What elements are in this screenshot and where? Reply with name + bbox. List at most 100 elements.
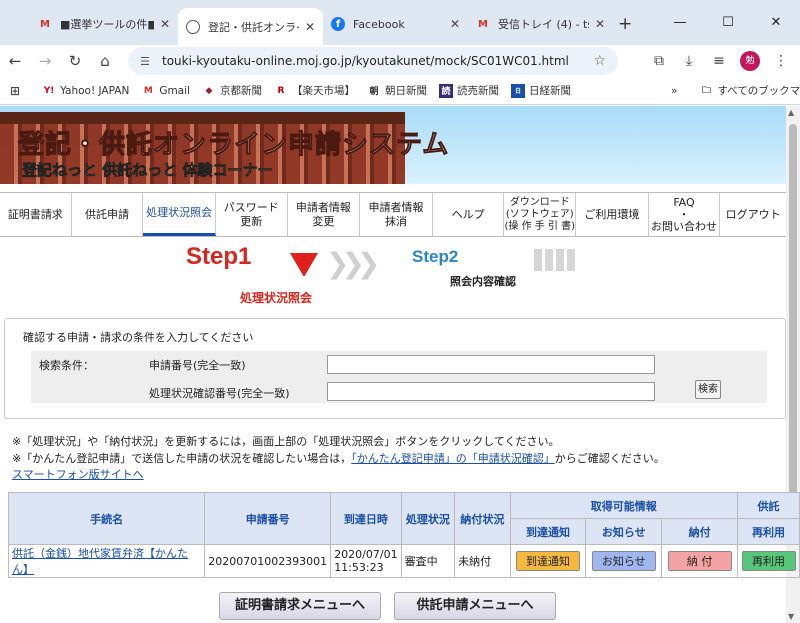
tab-touki-online[interactable]: 登記・供託オンライン申 ✕	[178, 8, 323, 45]
results-table: 手続名 申請番号 到達日時 処理状況 納付状況 取得可能情報 供託 到達通知 お…	[7, 492, 800, 578]
nav-cert-request[interactable]: 証明書請求	[0, 193, 72, 236]
overflow-chevron-icon[interactable]: »	[671, 85, 677, 97]
table-row: 供託（金銭）地代家賃弁済【かんたん】 20200701002393001 202…	[7, 544, 800, 578]
new-tab-button[interactable]: +	[618, 14, 632, 34]
kantan-status-link[interactable]: 「かんたん登記申請」の「申請状況確認」	[351, 452, 555, 465]
yomiuri-icon: 読	[438, 83, 453, 98]
progress-bars-icon	[534, 249, 578, 271]
nav-help[interactable]: ヘルプ	[433, 193, 505, 236]
note-kantan-tail: からご確認ください。	[554, 452, 665, 465]
status-number-label: 処理状況確認番号(完全一致)	[149, 387, 290, 400]
note-kantan-text: ※「かんたん登記申請」で送信した申請の状況を確認したい場合は，	[12, 452, 352, 465]
bookmarks-bar: ⊞ Y! Yahoo! JAPAN M Gmail ◆ 京都新聞 R 【楽天市場】 朝朝…	[0, 77, 800, 105]
col-arrival: 到達日時	[330, 492, 402, 545]
all-bookmarks[interactable]: 🗀 すべてのブックマーク	[699, 83, 800, 98]
site-banner: 登記・供託オンライン申請システム 登記ねっと 供託ねっと 体験コーナー	[0, 106, 786, 184]
bookmark-star-icon[interactable]: ☆	[593, 53, 606, 69]
bookmark-rakuten[interactable]: R 【楽天市場】	[274, 83, 354, 98]
close-window-icon[interactable]: ✕	[752, 0, 800, 45]
extensions-icon[interactable]: ⧉	[644, 53, 674, 69]
apps-icon[interactable]: ⊞	[10, 84, 20, 98]
gmail-icon: M	[40, 18, 50, 30]
kyoto-shimbun-icon: ◆	[205, 85, 213, 96]
col-available-info: 取得可能情報	[509, 492, 739, 519]
folder-icon: 🗀	[701, 85, 711, 96]
reuse-cell: 再利用	[737, 544, 800, 578]
close-icon[interactable]: ✕	[450, 17, 460, 31]
close-icon[interactable]: ✕	[305, 20, 315, 34]
procedure-link-text[interactable]: 供託（金銭）地代家賃弁済【かんたん】	[12, 547, 188, 576]
deposit-menu-button[interactable]: 供託申請メニューへ	[394, 592, 556, 620]
step1-caption: 処理状況照会	[240, 291, 313, 305]
minimize-icon[interactable]: —	[656, 0, 704, 45]
nav-environment[interactable]: ご利用環境	[576, 193, 649, 236]
col-deposit: 供託	[737, 492, 800, 519]
scroll-up-icon[interactable]: ▲	[788, 108, 794, 117]
close-icon[interactable]: ✕	[160, 17, 170, 31]
note-update: ※「処理状況」や「納付状況」を更新するには，画面上部の「処理状況照会」ボタンをク…	[12, 435, 560, 448]
home-icon[interactable]: ⌂	[90, 52, 120, 70]
procedure-link[interactable]: 供託（金銭）地代家賃弁済【かんたん】	[7, 544, 206, 578]
search-criteria-box: 検索条件： 申請番号(完全一致) 処理状況確認番号(完全一致) 検索	[31, 351, 767, 403]
search-button[interactable]: 検索	[695, 380, 721, 399]
scrollbar-thumb[interactable]	[789, 124, 797, 504]
notice-button[interactable]: お知らせ	[591, 551, 656, 571]
forward-icon[interactable]: →	[30, 52, 60, 70]
col-arrival-notice: 到達通知	[509, 518, 587, 545]
nav-deposit[interactable]: 供託申請	[72, 193, 144, 236]
pay-button[interactable]: 納 付	[667, 551, 732, 571]
site-info-icon[interactable]: ☰	[140, 55, 150, 68]
cert-menu-button[interactable]: 証明書請求メニューへ	[219, 592, 381, 620]
nav-applicant-change[interactable]: 申請者情報 変更	[288, 193, 361, 236]
site-title: 登記・供託オンライン申請システム	[17, 130, 450, 161]
rakuten-icon: R	[277, 85, 285, 96]
bookmark-kyoto[interactable]: ◆ 京都新聞	[202, 83, 261, 98]
gmail-icon: M	[478, 18, 488, 30]
progress-chevrons-icon: ❯❯❯	[326, 247, 380, 280]
media-icon[interactable]: ≡	[704, 53, 734, 69]
tab-inbox[interactable]: M 受信トレイ (4) - tsum ✕	[468, 8, 613, 40]
site-subtitle: 登記ねっと 供託ねっと 体験コーナー	[22, 159, 273, 180]
avatar[interactable]: 勉	[740, 51, 760, 71]
status-number-input[interactable]	[327, 382, 655, 401]
browser-toolbar: ← → ↻ ⌂ ☰ touki-kyoutaku-online.moj.go.j…	[0, 45, 800, 77]
nav-applicant-delete[interactable]: 申請者情報 抹消	[360, 193, 433, 236]
app-number-input[interactable]	[327, 355, 655, 374]
nav-logout[interactable]: ログアウト	[720, 193, 786, 236]
col-status: 処理状況	[400, 492, 456, 545]
form-heading: 確認する申請・請求の条件を入力してください	[23, 331, 254, 344]
step2-label: Step2	[412, 247, 459, 266]
tab-label: Facebook	[353, 17, 405, 31]
arrival-time: 11:53:23	[334, 561, 384, 574]
nav-status-inquiry[interactable]: 処理状況照会	[143, 193, 216, 236]
nav-password[interactable]: パスワード 更新	[216, 193, 288, 236]
address-bar[interactable]: ☰ touki-kyoutaku-online.moj.go.jp/kyouta…	[128, 47, 618, 75]
tab-election-tool[interactable]: M ■選挙ツールの件■ - ✕	[30, 8, 178, 40]
tab-facebook[interactable]: f Facebook ✕	[323, 8, 468, 40]
arrival-notice-button[interactable]: 到達通知	[516, 551, 580, 571]
nav-faq[interactable]: FAQ ・ お問い合わせ	[649, 193, 721, 236]
bookmark-nikkei[interactable]: 日日経新聞	[510, 83, 571, 98]
more-menu-icon[interactable]: ⋮	[766, 53, 796, 69]
back-icon[interactable]: ←	[0, 52, 30, 70]
download-icon[interactable]: ⤓	[674, 53, 704, 69]
globe-icon	[186, 19, 200, 34]
close-icon[interactable]: ✕	[595, 17, 605, 31]
nav-download[interactable]: ダウンロード (ソフトウェア) (操 作 手 引 書)	[504, 193, 577, 236]
reuse-button[interactable]: 再利用	[741, 551, 796, 571]
notice-cell: お知らせ	[585, 544, 663, 578]
bookmark-label: 読売新聞	[456, 85, 499, 97]
scroll-down-icon[interactable]: ▼	[788, 612, 794, 621]
main-nav: 証明書請求 供託申請 処理状況照会 パスワード 更新 申請者情報 変更 申請者情…	[0, 192, 786, 237]
gmail-icon: M	[143, 85, 153, 96]
bookmark-yomiuri[interactable]: 読読売新聞	[438, 83, 499, 98]
bookmark-asahi[interactable]: 朝朝日新聞	[367, 83, 427, 98]
reload-icon[interactable]: ↻	[60, 52, 90, 70]
bookmark-gmail[interactable]: M Gmail	[141, 84, 190, 98]
maximize-icon[interactable]: ☐	[704, 0, 752, 45]
url-text: touki-kyoutaku-online.moj.go.jp/kyoutaku…	[162, 54, 569, 68]
smartphone-site-link[interactable]: スマートフォン版サイトへ	[12, 466, 144, 482]
window-controls: — ☐ ✕	[656, 0, 800, 45]
step1-label: Step1	[186, 243, 252, 270]
bookmark-yahoo[interactable]: Y! Yahoo! JAPAN	[42, 84, 130, 98]
